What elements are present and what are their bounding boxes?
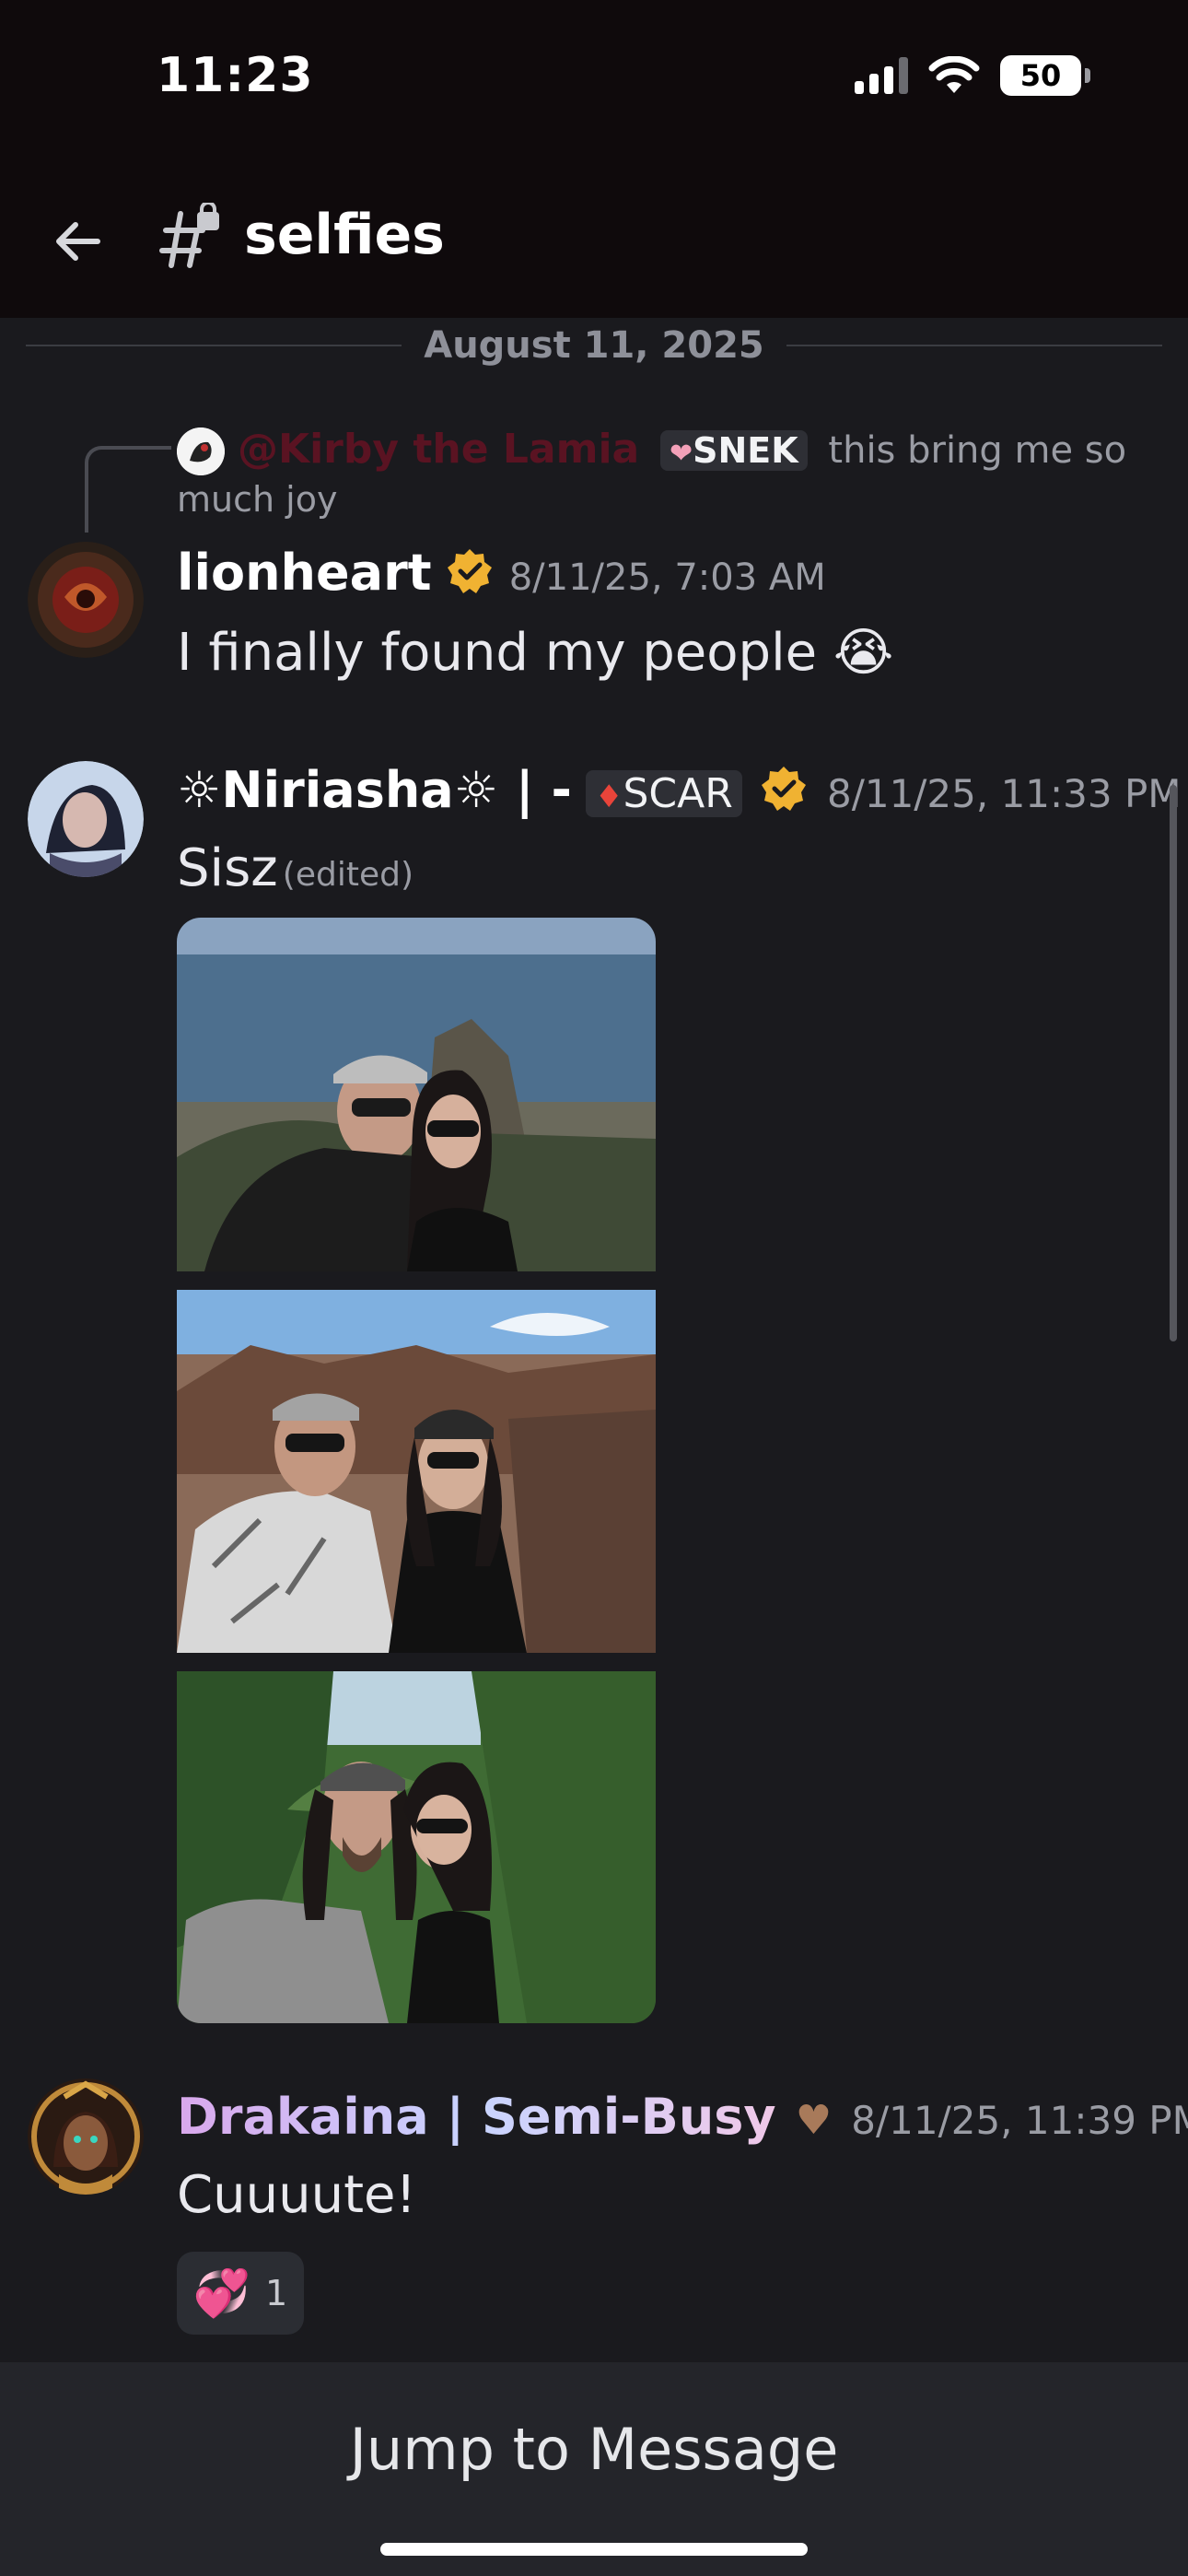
message-body: Sisz (edited) bbox=[177, 838, 413, 898]
reply-text: this bring me so bbox=[828, 429, 1127, 472]
reaction-count: 1 bbox=[265, 2273, 288, 2313]
avatar-niriasha[interactable] bbox=[28, 761, 144, 877]
reply-text-continued: much joy bbox=[177, 479, 338, 520]
channel-title[interactable]: selfies bbox=[244, 203, 445, 267]
edited-label: (edited) bbox=[282, 856, 413, 894]
reply-connector bbox=[85, 446, 171, 533]
message-header: lionheart 8/11/25, 7:03 AM bbox=[177, 544, 826, 602]
status-icons: 50 bbox=[855, 55, 1090, 96]
home-indicator[interactable] bbox=[380, 2543, 808, 2556]
message-header: Drakaina | Semi-Busy ♥ 8/11/25, 11:39 PM bbox=[177, 2088, 1188, 2146]
image-attachment-2[interactable] bbox=[177, 1290, 656, 1653]
reaction-emoji: 💞 bbox=[192, 2266, 251, 2320]
reply-mention[interactable]: @Kirby the Lamia bbox=[238, 426, 639, 473]
reaction-button[interactable]: 💞 1 bbox=[177, 2252, 304, 2335]
top-bar: 11:23 50 selfies bbox=[0, 0, 1188, 318]
jump-to-message-button[interactable]: Jump to Message bbox=[0, 2416, 1188, 2483]
battery-icon: 50 bbox=[1000, 55, 1090, 96]
avatar-drakaina[interactable] bbox=[28, 2078, 144, 2195]
message-text: Sisz bbox=[177, 838, 278, 898]
reply-avatar[interactable] bbox=[177, 427, 225, 475]
date-divider-label: August 11, 2025 bbox=[402, 324, 786, 367]
image-attachment-1[interactable] bbox=[177, 918, 656, 1271]
verified-badge-icon bbox=[447, 549, 492, 593]
reply-preview[interactable]: @Kirby the Lamia ❤SNEK this bring me so bbox=[238, 426, 1126, 473]
heart-icon: ❤ bbox=[669, 438, 693, 470]
leopard-heart-icon: ♥ bbox=[795, 2097, 833, 2144]
message-header: ☼Niriasha☼ | - ♦SCAR 8/11/25, 11:33 PM bbox=[177, 761, 1182, 819]
image-attachment-3[interactable] bbox=[177, 1671, 656, 2023]
message-text: I finally found my people 😭 bbox=[177, 623, 894, 683]
wifi-icon bbox=[928, 56, 980, 93]
back-arrow-icon[interactable] bbox=[48, 212, 107, 271]
timestamp: 8/11/25, 11:33 PM bbox=[826, 771, 1182, 816]
timestamp: 8/11/25, 11:39 PM bbox=[851, 2098, 1188, 2143]
jump-to-message-bar: Jump to Message bbox=[0, 2362, 1188, 2576]
username[interactable]: ☼Niriasha☼ | - bbox=[177, 761, 572, 819]
locked-channel-icon bbox=[159, 203, 219, 268]
reply-role-tag: ❤SNEK bbox=[659, 430, 808, 471]
username[interactable]: Drakaina | Semi-Busy bbox=[177, 2088, 776, 2146]
cellular-signal-icon bbox=[855, 57, 908, 94]
message-text: Cuuuute! bbox=[177, 2165, 416, 2225]
role-tag: ♦SCAR bbox=[585, 770, 742, 817]
date-divider: August 11, 2025 bbox=[26, 324, 1162, 370]
timestamp: 8/11/25, 7:03 AM bbox=[508, 556, 826, 599]
scrollbar[interactable] bbox=[1170, 785, 1177, 1341]
avatar-lionheart[interactable] bbox=[28, 542, 144, 658]
username[interactable]: lionheart bbox=[177, 544, 432, 602]
verified-badge-icon bbox=[761, 767, 806, 811]
flame-icon: ♦ bbox=[594, 779, 623, 815]
status-time: 11:23 bbox=[157, 48, 314, 103]
